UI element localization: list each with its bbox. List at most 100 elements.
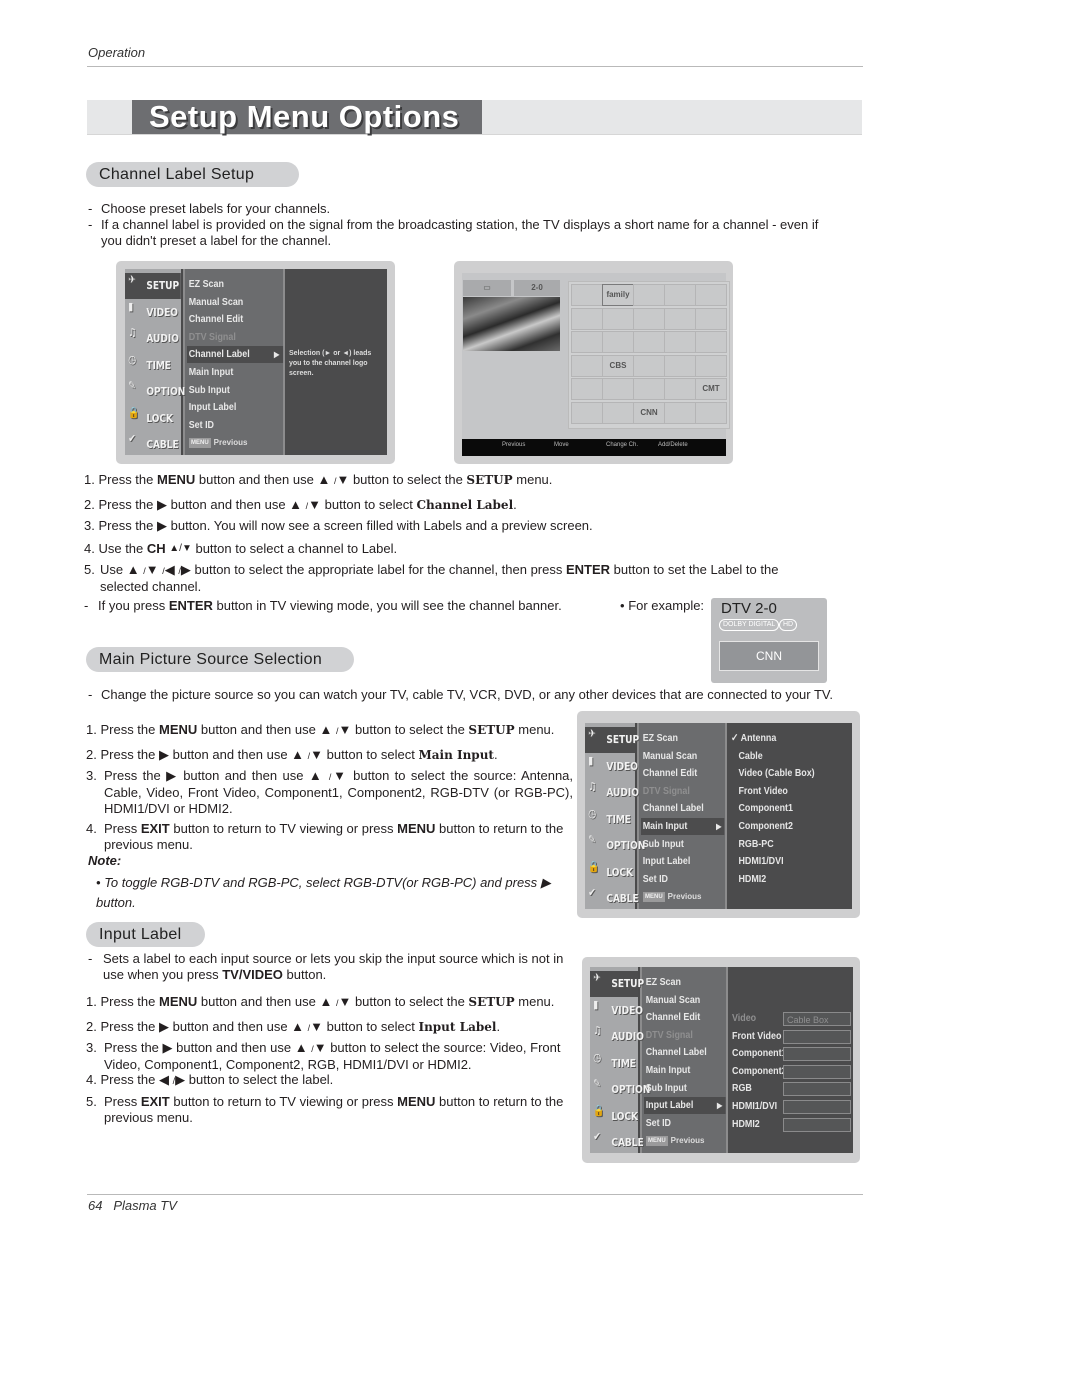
osd-menu-item: Channel Edit [188,313,244,326]
osd-menu-item: Manual Scan [188,295,244,308]
osd-menu-item: EZ Scan [645,976,681,988]
channel-logo-tile [571,331,603,353]
section-header: Operation [88,45,146,60]
osd-tab-cable: ✔ CABLE [593,1130,644,1149]
channel-logo-tile [664,331,696,353]
section-heading-input-label: Input Label [86,922,205,947]
step-3: 3. Press the ▶ button and then use ▲ /▼ b… [86,1040,561,1072]
channel-logo-tile [695,354,727,377]
osd-tab-audio: ♫ AUDIO [588,780,639,799]
osd-menu-item: DTV Signal [188,330,236,343]
osd-menu-item: Manual Scan [645,993,701,1006]
audio-icon: ♫ [128,326,137,339]
input-label-intro: - Sets a label to each input source or le… [88,951,564,982]
audio-icon: ♫ [588,780,597,793]
channel-banner-example: DTV 2-0 DOLBY DIGITAL HD CNN [711,598,827,683]
osd-screenshot-main-input: ✓ Antenna Cable Video (Cable Box) Front … [577,711,860,918]
osd-menu-item: DTV Signal [645,1028,693,1041]
step-1: 1. Press the MENU button and then use ▲ … [86,994,555,1009]
osd-tab-lock: 🔒 LOCK [128,405,174,425]
cable-icon: ✔ [593,1130,601,1143]
osd-tab-time: ◷ TIME [588,806,631,826]
osd-previous-hint: MENU Previous [189,438,248,449]
channel-label-intro: - Choose preset labels for your channels.… [88,201,819,248]
osd-menu-item: Set ID [188,418,215,431]
lock-icon: 🔒 [128,405,140,419]
tip-enter-banner: - If you press ENTER button in TV viewing… [84,598,562,613]
logo-footer-hint: Change Ch. [606,442,639,448]
osd-screenshot-logo-grid: ▭ 2-0 family CBS CMT CNN Previous Move Change… [454,261,733,464]
page-number: 64 [88,1198,103,1213]
lock-icon: 🔒 [593,1103,605,1117]
section-heading-channel-label: Channel Label Setup [86,162,299,187]
osd-tab-audio: ♫ AUDIO [593,1024,644,1043]
osd-menu-item: Channel Edit [642,767,698,780]
osd-menu-item: Sub Input [642,837,684,850]
channel-logo-tile: CBS [602,354,634,377]
preview-video-thumbnail [463,297,560,351]
osd-menu-item: Input Label [642,855,691,868]
channel-logo-tile [571,378,603,400]
channel-logo-tile [633,331,665,353]
osd-tab-option: ✎ OPTION [128,379,186,398]
step-2: 2. Press the ▶ button and then use ▲ /▼ … [86,1019,501,1034]
channel-logo-tile [695,284,727,306]
channel-logo-tile [695,401,727,424]
channel-logo-tile [602,331,634,353]
channel-logo-tile [571,354,603,377]
time-icon: ◷ [593,1050,602,1064]
osd-previous-hint: MENU Previous [646,1136,705,1147]
channel-logo-tile [633,378,665,400]
channel-logo-tile [664,307,696,330]
osd-tab-time: ◷ TIME [128,352,171,372]
osd-tab-cable: ✔ CABLE [588,886,639,905]
option-icon: ✎ [588,833,596,846]
osd-menu-item: EZ Scan [642,732,678,744]
logo-screen-footer: Previous Move Change Ch. Add/Delete [462,439,726,456]
lock-icon: 🔒 [588,859,600,873]
time-icon: ◷ [128,352,137,366]
step-3: 3. Press the ▶ button. You will now see … [84,518,593,533]
step-2: 2. Press the ▶ button and then use ▲ /▼ … [84,497,517,512]
header-divider [87,66,863,67]
logo-footer-hint: Previous [502,442,526,448]
channel-logo-tile [695,307,727,330]
osd-screenshot-input-label: Video Cable Box Front Video Component1 Compo… [582,957,860,1163]
osd-menu-item: Main Input ▶ [641,818,725,835]
step-4: 4. Use the CH ▲/▼ button to select a cha… [84,541,398,556]
step-3: 3. Press the ▶ button and then use ▲ /▼ b… [86,768,574,816]
osd-menu-item: Channel Label ▶ [187,346,283,364]
menu-key-icon: MENU [643,892,665,903]
audio-icon: ♫ [593,1024,602,1037]
osd-tab-lock: 🔒 LOCK [593,1103,639,1123]
channel-logo-tile: family [602,284,634,306]
channel-logo-tile [633,354,665,377]
channel-logo-tile [664,401,696,424]
osd-tab-time: ◷ TIME [593,1050,636,1070]
example-label: • For example: [620,598,705,613]
submenu-arrow-icon: ▶ [274,350,280,360]
osd-menu-item: Manual Scan [642,749,698,762]
osd-menu-item: Input Label ▶ [644,1097,726,1115]
channel-logo-tile [602,401,634,424]
time-icon: ◷ [588,806,597,820]
logo-footer-hint: Move [554,442,569,448]
step-4: 4. Press the ◀ /▶ button to select the l… [86,1072,334,1087]
section-heading-main-input: Main Picture Source Selection [86,647,354,672]
submenu-arrow-icon: ▶ [717,1101,723,1111]
osd-menu-item: Main Input [188,366,234,378]
osd-menu-item: EZ Scan [188,278,224,290]
logo-footer-hint: Add/Delete [658,442,688,448]
page-footer: 64 Plasma TV [88,1198,177,1213]
channel-logo-tile: CMT [695,378,727,400]
osd-tab-option: ✎ OPTION [588,833,646,852]
osd-menu-item: Main Input [645,1064,691,1076]
osd-tab-video: ▮ VIDEO [593,997,643,1017]
channel-logo-tile [571,307,603,330]
osd-tab-video: ▮ VIDEO [128,299,178,319]
step-1: 1. Press the MENU button and then use ▲ … [86,722,555,737]
channel-logo-tile [571,401,603,424]
option-icon: ✎ [593,1077,601,1090]
submenu-arrow-icon: ▶ [716,822,722,831]
intro-line: If a channel label is provided on the si… [101,217,819,248]
